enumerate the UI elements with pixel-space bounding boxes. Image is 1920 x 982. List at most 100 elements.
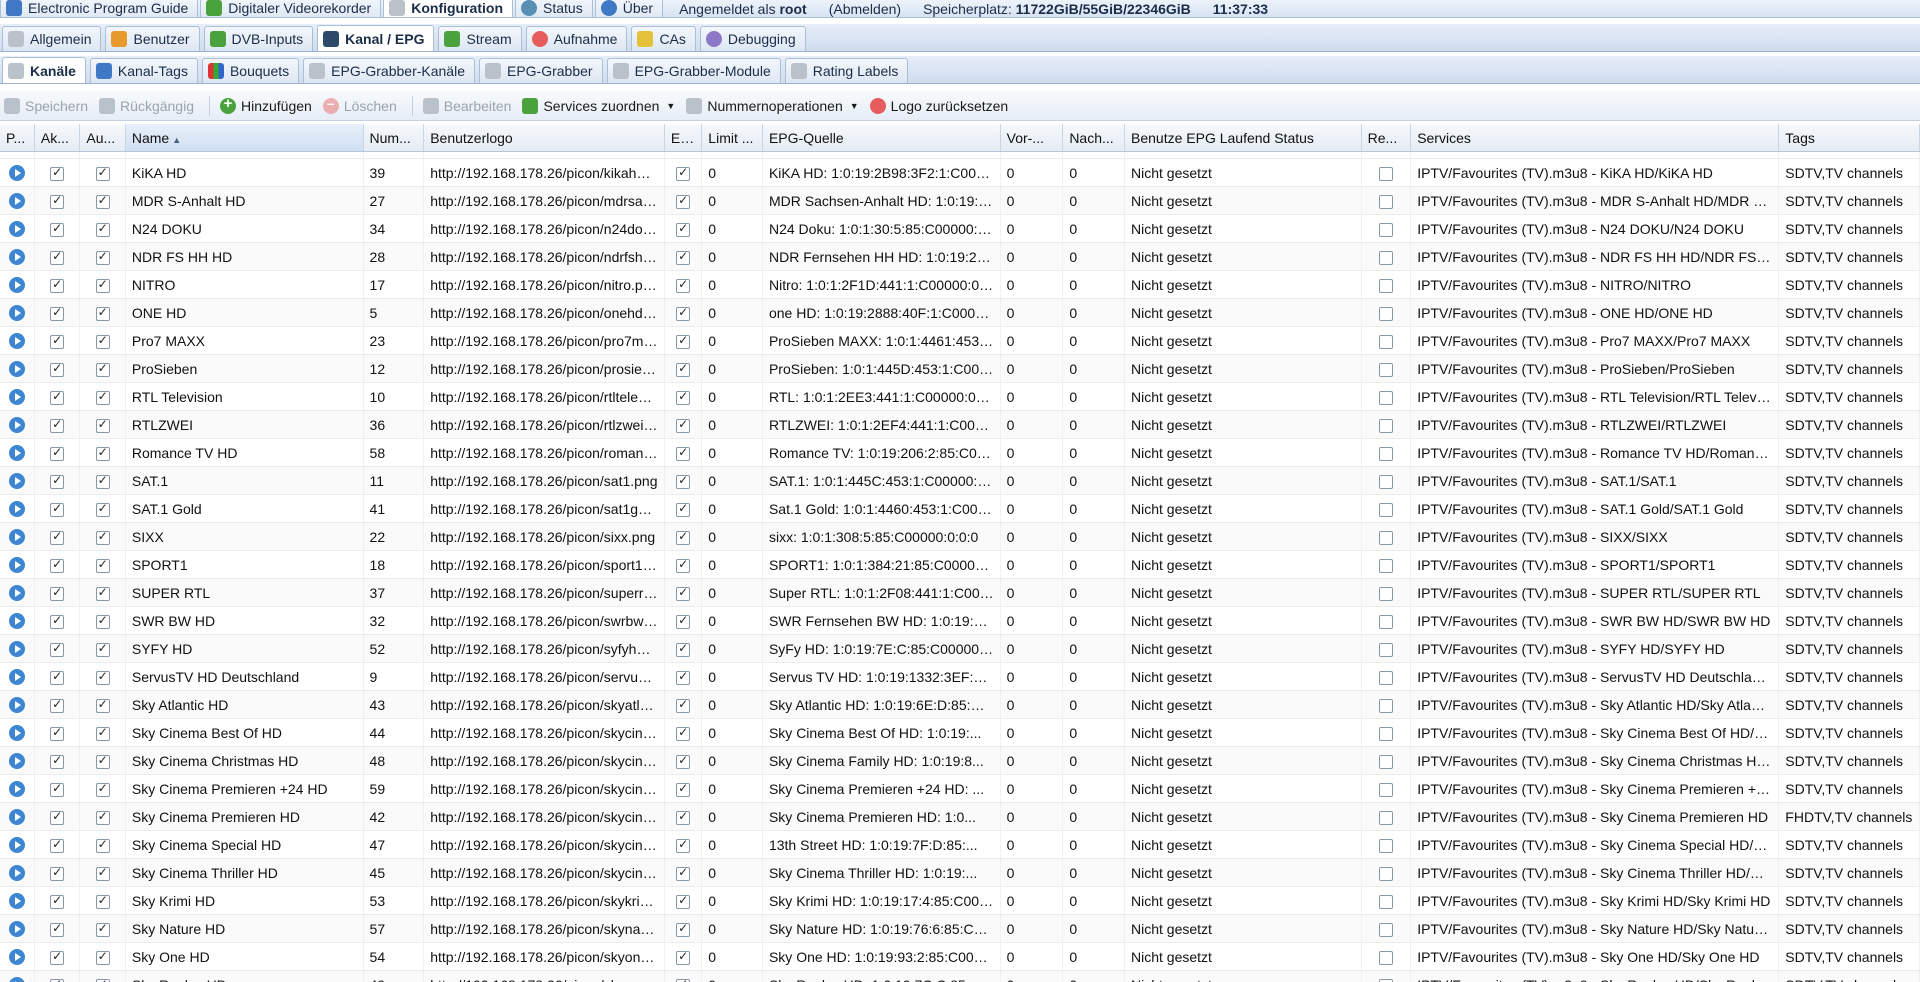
pre-padding[interactable]: 0 xyxy=(1000,522,1064,551)
channel-name[interactable]: MDR S-Anhalt HD xyxy=(125,186,364,215)
tags-value[interactable]: SDTV,TV channels xyxy=(1778,858,1920,887)
auto-checkbox[interactable] xyxy=(95,557,110,573)
enabled-cell[interactable] xyxy=(34,354,81,383)
channel-name[interactable]: SWR BW HD xyxy=(125,606,364,635)
post-padding[interactable]: 0 xyxy=(1062,214,1125,243)
tags-value[interactable]: SDTV,TV channels xyxy=(1778,326,1920,355)
epg-source[interactable]: Sky Cinema Family HD: 1:0:19:8... xyxy=(762,746,1001,775)
channel-name[interactable]: Sky Cinema Premieren +24 HD xyxy=(125,774,364,803)
play-cell[interactable] xyxy=(0,718,35,747)
auto-cell[interactable] xyxy=(79,858,126,887)
play-icon[interactable] xyxy=(8,221,25,238)
epg-cell[interactable] xyxy=(664,382,703,411)
epg-checkbox[interactable] xyxy=(676,697,691,713)
limit-value[interactable]: 0 xyxy=(701,438,763,467)
services-value[interactable]: IPTV/Favourites (TV).m3u8 - Sky Cinema C… xyxy=(1410,746,1780,775)
play-cell[interactable] xyxy=(0,858,35,887)
remote-checkbox[interactable] xyxy=(1378,978,1393,982)
tags-value[interactable]: SDTV,TV channels xyxy=(1778,494,1920,523)
channel-number[interactable]: 59 xyxy=(363,774,425,803)
limit-value[interactable]: 0 xyxy=(701,298,763,327)
epg-checkbox[interactable] xyxy=(676,221,691,237)
auto-checkbox[interactable] xyxy=(95,585,110,601)
play-cell[interactable] xyxy=(0,410,35,439)
auto-cell[interactable] xyxy=(79,970,126,982)
epg-source[interactable]: ProSieben MAXX: 1:0:1:4461:453:1:C00000:… xyxy=(762,326,1001,355)
auto-checkbox[interactable] xyxy=(95,333,110,349)
pre-padding[interactable]: 0 xyxy=(1000,606,1064,635)
services-value[interactable]: IPTV/Favourites (TV).m3u8 - SUPER RTL/SU… xyxy=(1410,578,1780,607)
user-logo-url[interactable]: http://192.168.178.26/picon/sat1.png xyxy=(423,466,665,495)
remote-cell[interactable] xyxy=(1361,382,1412,411)
channel-name[interactable]: RTLZWEI xyxy=(125,410,364,439)
play-icon[interactable] xyxy=(8,585,25,602)
play-cell[interactable] xyxy=(0,942,35,971)
tags-value[interactable]: SDTV,TV channels xyxy=(1778,186,1920,215)
auto-cell[interactable] xyxy=(79,942,126,971)
services-value[interactable]: IPTV/Favourites (TV).m3u8 - Sky Cinema P… xyxy=(1410,774,1780,803)
table-row[interactable]: Pro7 MAXX23http://192.168.178.26/picon/p… xyxy=(0,326,1920,355)
auto-cell[interactable] xyxy=(79,298,126,327)
limit-value[interactable]: 0 xyxy=(701,746,763,775)
limit-value[interactable]: 0 xyxy=(701,662,763,691)
play-cell[interactable] xyxy=(0,466,35,495)
epg-checkbox[interactable] xyxy=(676,501,691,517)
play-cell[interactable] xyxy=(0,494,35,523)
epg-running-status[interactable]: Nicht gesetzt xyxy=(1124,606,1362,635)
enabled-checkbox[interactable] xyxy=(50,809,65,825)
remote-cell[interactable] xyxy=(1361,662,1412,691)
channel-number[interactable]: 18 xyxy=(363,550,425,579)
pre-padding[interactable]: 0 xyxy=(1000,410,1064,439)
play-icon[interactable] xyxy=(8,249,25,266)
services-value[interactable]: IPTV/Favourites (TV).m3u8 - ONE HD/ONE H… xyxy=(1410,298,1780,327)
pre-padding[interactable]: 0 xyxy=(1000,270,1064,299)
channel-number[interactable]: 57 xyxy=(363,914,425,943)
epg-cell[interactable] xyxy=(664,354,703,383)
enabled-cell[interactable] xyxy=(34,746,81,775)
epg-source[interactable]: Sky Cinema Premieren +24 HD: ... xyxy=(762,774,1001,803)
post-padding[interactable]: 0 xyxy=(1062,802,1125,831)
user-logo-url[interactable]: http://192.168.178.26/picon/rtltelevisio… xyxy=(423,382,665,411)
post-padding[interactable]: 0 xyxy=(1062,382,1125,411)
play-cell[interactable] xyxy=(0,438,35,467)
auto-checkbox[interactable] xyxy=(95,977,110,982)
channel-number[interactable]: 52 xyxy=(363,634,425,663)
user-logo-url[interactable]: http://192.168.178.26/picon/prosieben.pn… xyxy=(423,354,665,383)
column-header-epg[interactable]: EP... xyxy=(664,124,703,152)
enabled-checkbox[interactable] xyxy=(50,277,65,293)
enabled-checkbox[interactable] xyxy=(50,333,65,349)
play-cell[interactable] xyxy=(0,830,35,859)
user-logo-url[interactable]: http://192.168.178.26/picon/nitro.png xyxy=(423,270,665,299)
tab-channel-epg[interactable]: Kanal / EPG xyxy=(317,25,435,51)
remote-checkbox[interactable] xyxy=(1378,222,1393,237)
services-value[interactable]: IPTV/Favourites (TV).m3u8 - Sky One HD/S… xyxy=(1410,942,1780,971)
channel-number[interactable]: 22 xyxy=(363,522,425,551)
epg-checkbox[interactable] xyxy=(676,921,691,937)
number-operations-button[interactable]: Nummernoperationen ▼ xyxy=(684,94,865,118)
auto-checkbox[interactable] xyxy=(95,305,110,321)
epg-running-status[interactable]: Nicht gesetzt xyxy=(1124,578,1362,607)
user-logo-url[interactable]: http://192.168.178.26/picon/skycinemapre… xyxy=(423,802,665,831)
play-icon[interactable] xyxy=(8,641,25,658)
post-padding[interactable]: 0 xyxy=(1062,270,1125,299)
play-icon[interactable] xyxy=(8,193,25,210)
services-value[interactable]: IPTV/Favourites (TV).m3u8 - Sky Cinema P… xyxy=(1410,802,1780,831)
tags-value[interactable]: SDTV,TV channels xyxy=(1778,214,1920,243)
play-icon[interactable] xyxy=(8,557,25,574)
column-header-limit[interactable]: Limit ... xyxy=(701,124,763,152)
tags-value[interactable]: SDTV,TV channels xyxy=(1778,634,1920,663)
pre-padding[interactable]: 0 xyxy=(1000,886,1064,915)
epg-running-status[interactable]: Nicht gesetzt xyxy=(1124,298,1362,327)
enabled-checkbox[interactable] xyxy=(50,781,65,797)
epg-running-status[interactable]: Nicht gesetzt xyxy=(1124,886,1362,915)
play-icon[interactable] xyxy=(8,445,25,462)
remote-cell[interactable] xyxy=(1361,522,1412,551)
enabled-cell[interactable] xyxy=(34,662,81,691)
epg-running-status[interactable]: Nicht gesetzt xyxy=(1124,158,1362,187)
remote-checkbox[interactable] xyxy=(1378,166,1393,181)
services-value[interactable]: IPTV/Favourites (TV).m3u8 - NITRO/NITRO xyxy=(1410,270,1780,299)
services-value[interactable]: IPTV/Favourites (TV).m3u8 - Sky Atlantic… xyxy=(1410,690,1780,719)
epg-running-status[interactable]: Nicht gesetzt xyxy=(1124,858,1362,887)
tags-value[interactable]: SDTV,TV channels xyxy=(1778,438,1920,467)
remote-cell[interactable] xyxy=(1361,802,1412,831)
